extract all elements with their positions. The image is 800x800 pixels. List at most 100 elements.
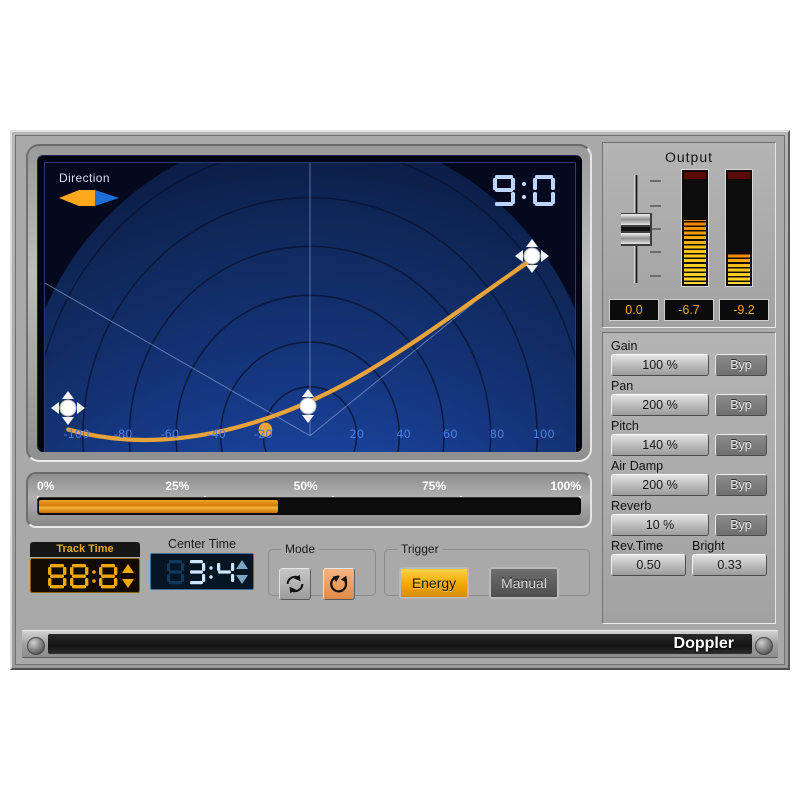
track-time-spinner[interactable] (121, 563, 135, 589)
trigger-manual-button[interactable]: Manual (489, 567, 559, 599)
track-time-display[interactable] (30, 558, 140, 593)
bypass-gain-button[interactable]: Byp (715, 354, 767, 376)
axis-tick: -20 (253, 427, 273, 441)
direction-arrows[interactable] (57, 189, 121, 207)
meter-left (681, 169, 709, 287)
direction-label: Direction (59, 171, 110, 185)
track-time-digits (48, 563, 118, 588)
radar-display-bezel: Direction -100 -80 -60 -40 -20 20 40 60 … (26, 144, 592, 462)
progress-tick: 0% (37, 479, 165, 501)
progress-bar[interactable] (37, 497, 581, 515)
track-time-module: Track Time (30, 542, 140, 596)
trigger-energy-button[interactable]: Energy (399, 567, 469, 599)
mode-loop-button[interactable] (279, 568, 311, 600)
param-label: Pan (611, 379, 634, 393)
output-title: Output (664, 149, 714, 165)
progress-scale: 0% 25% 50% 75% 100% (37, 479, 582, 501)
param-row-air-damp: Air Damp 200 % Byp (611, 459, 767, 496)
doppler-plugin-window: Direction -100 -80 -60 -40 -20 20 40 60 … (10, 130, 790, 670)
param-row-gain: Gain 100 % Byp (611, 339, 767, 376)
mode-group: Mode (268, 542, 376, 600)
output-fader[interactable] (617, 173, 663, 285)
radar-field[interactable]: Direction -100 -80 -60 -40 -20 20 40 60 … (44, 162, 576, 452)
param-value-pan[interactable]: 200 % (611, 394, 709, 416)
mode-bounce-button[interactable] (323, 568, 355, 600)
bounce-arrow-icon (330, 575, 348, 593)
param-label: Air Damp (611, 459, 664, 473)
bypass-reverb-button[interactable]: Byp (715, 514, 767, 536)
param-value-pitch[interactable]: 140 % (611, 434, 709, 456)
meter-right (725, 169, 753, 287)
param-label: Gain (611, 339, 638, 353)
progress-tick: 50% (294, 479, 422, 501)
param-value-air-damp[interactable]: 200 % (611, 474, 709, 496)
center-time-label: Center Time (167, 537, 237, 551)
right-column: Output 0.0 -6.7 -9.2 Gain 100 % Byp Pan … (602, 142, 776, 624)
axis-tick: -60 (160, 427, 180, 441)
arrow-left-orange-icon (59, 190, 79, 206)
progress-tick: 100% (550, 479, 582, 501)
param-label: Reverb (611, 499, 652, 513)
radar-axis: -100 -80 -60 -40 -20 0 20 40 60 80 100 (53, 423, 567, 445)
brand-bar: Doppler (22, 630, 778, 658)
plugin-shell: Direction -100 -80 -60 -40 -20 20 40 60 … (10, 130, 790, 670)
track-time-label: Track Time (30, 542, 140, 557)
axis-tick-zero: 0 (287, 427, 334, 441)
progress-fill (39, 500, 278, 513)
start-handle[interactable] (51, 391, 85, 425)
parameters-panel: Gain 100 % Byp Pan 200 % Byp Pitch 140 %… (602, 332, 776, 624)
transport-controls: Track Time Center Time Mode Trigger Ener… (26, 536, 592, 600)
center-time-spinner[interactable] (235, 559, 249, 585)
axis-tick: 100 (532, 427, 555, 441)
center-time-digits (167, 559, 235, 584)
axis-tick: 20 (349, 427, 365, 441)
radar-display[interactable]: Direction -100 -80 -60 -40 -20 20 40 60 … (37, 155, 582, 452)
output-level-right-value: -9.2 (719, 299, 769, 321)
trigger-group: Trigger Energy Manual (384, 542, 590, 599)
progress-tick: 25% (165, 479, 293, 501)
bypass-air-damp-button[interactable]: Byp (715, 474, 767, 496)
fader-thumb (621, 213, 652, 246)
param-value-bright[interactable]: 0.33 (692, 554, 767, 576)
axis-tick: 60 (442, 427, 458, 441)
param-row-pair: Rev.Time 0.50 Bright 0.33 (611, 539, 767, 576)
axis-tick: -100 (63, 427, 90, 441)
clip-indicator-left (684, 172, 706, 179)
center-time-module: Center Time (150, 536, 254, 596)
knob-logo-icon-right[interactable] (755, 637, 773, 655)
progress-tick: 75% (422, 479, 550, 501)
param-label: Pitch (611, 419, 639, 433)
plugin-shell-inner: Direction -100 -80 -60 -40 -20 20 40 60 … (15, 135, 785, 665)
playback-progress-panel: 0% 25% 50% 75% 100% (26, 472, 592, 528)
output-gain-value[interactable]: 0.0 (609, 299, 659, 321)
end-handle[interactable] (515, 239, 549, 273)
output-value-row: 0.0 -6.7 -9.2 (609, 299, 769, 321)
param-value-gain[interactable]: 100 % (611, 354, 709, 376)
bypass-pan-button[interactable]: Byp (715, 394, 767, 416)
arrow-right-blue-icon (95, 190, 119, 206)
knob-logo-icon-left[interactable] (27, 637, 45, 655)
left-column: Direction -100 -80 -60 -40 -20 20 40 60 … (24, 142, 602, 624)
output-meters (679, 169, 763, 287)
output-panel: Output 0.0 -6.7 -9.2 (602, 142, 776, 328)
param-label: Bright (692, 539, 725, 553)
trigger-label: Trigger (401, 542, 439, 556)
param-bright: Bright 0.33 (692, 539, 767, 576)
center-time-display[interactable] (150, 553, 254, 590)
clip-indicator-right (728, 172, 750, 179)
param-rev-time: Rev.Time 0.50 (611, 539, 686, 576)
axis-tick: 40 (396, 427, 411, 441)
param-row-pan: Pan 200 % Byp (611, 379, 767, 416)
mode-label: Mode (285, 542, 316, 556)
circular-loop-icon (286, 574, 304, 594)
param-row-pitch: Pitch 140 % Byp (611, 419, 767, 456)
output-level-left-value: -6.7 (664, 299, 714, 321)
param-value-rev-time[interactable]: 0.50 (611, 554, 686, 576)
plugin-name: Doppler (673, 635, 734, 652)
center-handle[interactable] (293, 389, 323, 423)
param-label: Rev.Time (611, 539, 664, 553)
axis-tick: -80 (113, 427, 133, 441)
bypass-pitch-button[interactable]: Byp (715, 434, 767, 456)
param-value-reverb[interactable]: 10 % (611, 514, 709, 536)
axis-tick: -40 (207, 427, 226, 441)
